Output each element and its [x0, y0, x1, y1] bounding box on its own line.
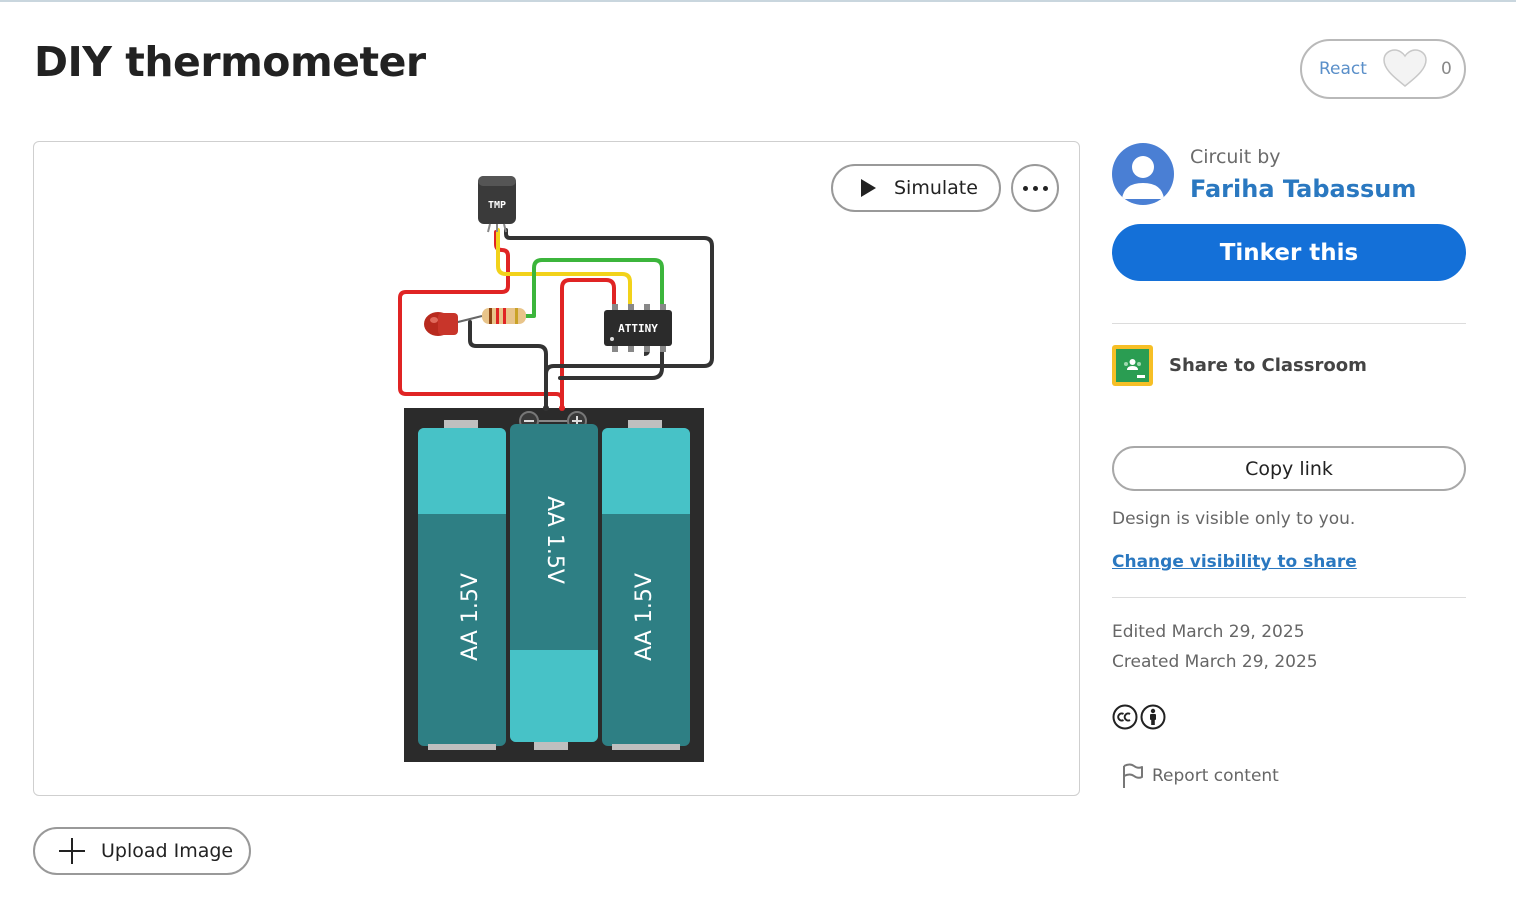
resistor [482, 308, 526, 324]
google-classroom-icon [1112, 345, 1153, 386]
flag-icon [1123, 763, 1143, 788]
attiny-chip: ATTINY [604, 304, 672, 352]
top-divider [0, 0, 1516, 2]
author-link[interactable]: Fariha Tabassum [1190, 175, 1416, 203]
battery-2-label: AA 1.5V [542, 496, 567, 584]
more-options-button[interactable] [1011, 164, 1059, 212]
attribution-icon [1140, 704, 1166, 730]
cc-icon [1112, 704, 1138, 730]
upload-image-button[interactable]: Upload Image [33, 827, 251, 875]
divider [1112, 323, 1466, 324]
upload-label: Upload Image [101, 840, 234, 862]
battery-3-label: AA 1.5V [632, 573, 657, 661]
created-date: Created March 29, 2025 [1112, 652, 1318, 672]
battery-2: AA 1.5V [510, 424, 598, 750]
report-content-label: Report content [1152, 766, 1279, 786]
temperature-sensor: TMP [478, 176, 516, 233]
avatar[interactable] [1112, 143, 1174, 205]
dot-icon [1022, 185, 1028, 191]
edited-date: Edited March 29, 2025 [1112, 622, 1305, 642]
react-count: 0 [1440, 59, 1452, 79]
divider [1112, 597, 1466, 598]
react-button[interactable]: React 0 [1300, 39, 1466, 99]
battery-3: AA 1.5V [602, 420, 690, 750]
simulate-button[interactable]: Simulate [831, 164, 1001, 212]
license-badges [1112, 704, 1166, 730]
circuit-canvas[interactable]: TMP ATTINY AA 1.5V AA 1.5V AA 1.5V Simul… [33, 141, 1080, 796]
share-to-classroom-label: Share to Classroom [1169, 355, 1367, 376]
plus-icon [59, 838, 85, 864]
dot-icon [1042, 185, 1048, 191]
visibility-text: Design is visible only to you. [1112, 509, 1356, 529]
sensor-label: TMP [488, 200, 506, 211]
tinker-this-button[interactable]: Tinker this [1112, 224, 1466, 281]
circuit-by-label: Circuit by [1190, 146, 1281, 168]
react-label: React [1319, 59, 1367, 79]
circuit-diagram: TMP ATTINY AA 1.5V AA 1.5V AA 1.5V [398, 176, 714, 762]
simulate-label: Simulate [894, 177, 978, 199]
play-icon [861, 179, 876, 197]
user-icon [1122, 156, 1164, 199]
page-title: DIY thermometer [34, 38, 426, 86]
dot-icon [1032, 185, 1038, 191]
battery-1: AA 1.5V [418, 420, 506, 750]
report-content-button[interactable]: Report content [1120, 762, 1279, 790]
share-to-classroom-button[interactable]: Share to Classroom [1112, 345, 1367, 386]
battery-pack: AA 1.5V AA 1.5V AA 1.5V [404, 408, 704, 762]
change-visibility-link[interactable]: Change visibility to share [1112, 552, 1357, 572]
chip-label: ATTINY [618, 322, 658, 335]
battery-1-label: AA 1.5V [458, 573, 483, 661]
heart-icon [1383, 49, 1427, 89]
copy-link-button[interactable]: Copy link [1112, 446, 1466, 491]
led [424, 312, 458, 336]
